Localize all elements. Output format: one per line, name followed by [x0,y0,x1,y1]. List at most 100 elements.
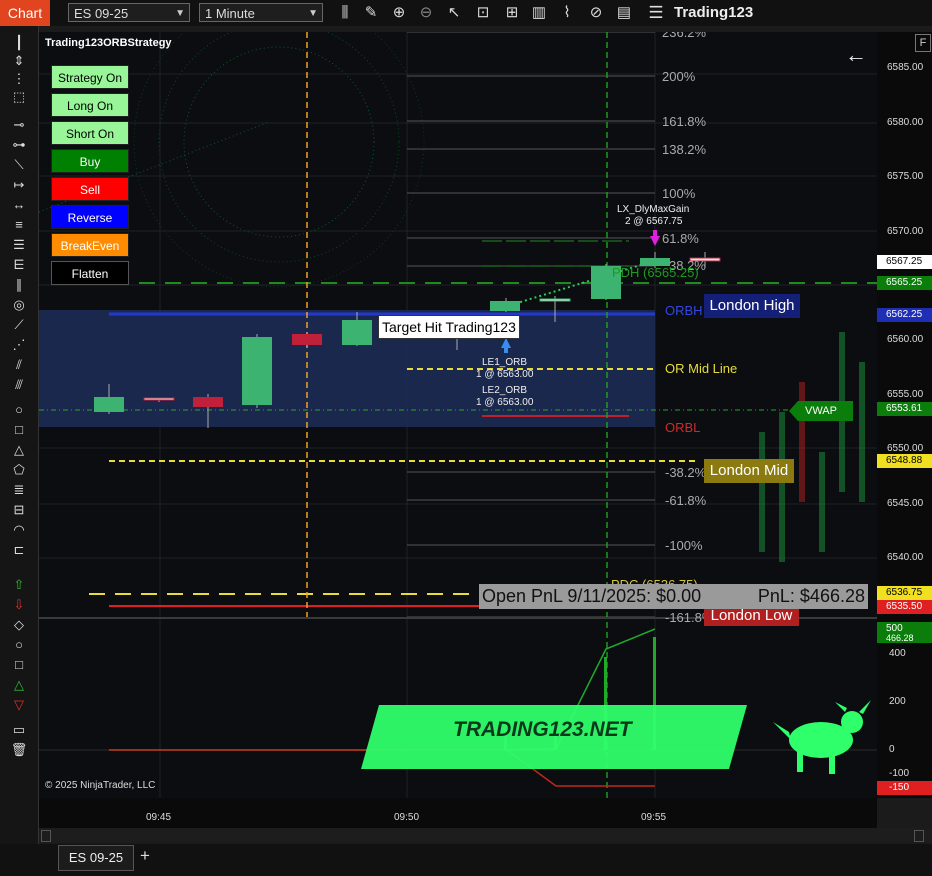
zoom-out-icon[interactable]: ⊖ [416,2,436,24]
arrow-up-icon[interactable]: ⇧ [6,576,32,594]
time-cycles-icon[interactable]: ∥ [6,276,32,294]
sell-button[interactable]: Sell [51,177,129,201]
window-icon[interactable]: ▭ [6,721,32,739]
chart-panel[interactable]: Trading123ORBStrategy Strategy On Long O… [39,32,877,798]
exit-name: LX_DlyMaxGain [617,204,690,215]
arrow-left-icon[interactable]: ← [845,42,867,68]
instrument-tab[interactable]: ES 09-25 [58,845,134,871]
strategy-name: Trading123ORBStrategy [45,37,172,49]
fib-extension-icon[interactable]: ☰ [6,236,32,254]
price-tag-vwap: 6553.61 [877,402,932,416]
settings-icon[interactable]: ▤ [614,2,634,24]
price-tick: 6545.00 [887,498,924,509]
arrow-down-icon[interactable]: ⇩ [6,596,32,614]
line-icon[interactable]: ┃ [6,34,32,52]
strategies-icon[interactable]: ⌇ [557,2,577,24]
indicators-icon[interactable]: ▥ [529,2,549,24]
triangle-icon[interactable]: △ [6,441,32,459]
f-button[interactable]: F [915,34,931,52]
properties-icon[interactable]: ⊘ [586,2,606,24]
arrange-icon[interactable]: ⋮ [6,70,32,88]
chevron-down-icon: ▼ [175,8,185,19]
vwap-label: VWAP [789,401,853,421]
trend-line-icon[interactable]: ⟍ [6,156,32,174]
chart-window-tab[interactable]: Chart [0,0,50,26]
triangle-down-icon[interactable]: ▽ [6,696,32,714]
open-pnl: Open PnL 9/11/2025: $0.00 [482,586,702,606]
total-pnl: PnL: $466.28 [757,586,865,606]
scroll-right-handle[interactable] [914,830,924,842]
fib-label: 200% [662,69,696,84]
short-on-button[interactable]: Short On [51,121,129,145]
target-hit-label: Target Hit Trading123 [378,315,520,339]
square-icon[interactable]: □ [6,656,32,674]
price-tick: 6580.00 [887,117,924,128]
price-tag-london-high: 6562.25 [877,308,932,322]
draw-pencil-icon[interactable]: ✎ [361,2,381,24]
decorative-bar [799,382,805,502]
rectangle-icon[interactable]: □ [6,421,32,439]
candle-doji [539,298,571,302]
pnl-tick: 200 [889,696,906,707]
chevron-down-icon: ▼ [308,8,318,19]
risk-reward-icon[interactable]: ⊏ [6,541,32,559]
price-tag-last: 6567.25 [877,255,932,269]
arrow-line-icon[interactable]: ↔ [6,196,32,214]
trash-icon[interactable]: 🗑 [6,741,32,759]
ruler-icon[interactable]: ⊟ [6,501,32,519]
pointer-icon[interactable]: ↖ [444,2,464,24]
flatten-button[interactable]: Flatten [51,261,129,285]
dot-icon[interactable]: ○ [6,636,32,654]
chart-style-icon[interactable]: ⊞ [502,2,522,24]
fib-circle-icon[interactable]: ◎ [6,296,32,314]
trend-channel-icon[interactable]: ⫻ [6,376,32,394]
reverse-button[interactable]: Reverse [51,205,129,229]
orbl-label: ORBL [665,420,701,435]
ellipse-icon[interactable]: ○ [6,401,32,419]
polygon-icon[interactable]: ⬠ [6,461,32,479]
time-axis[interactable]: 09:45 09:50 09:55 [39,798,877,828]
text-lines-icon[interactable]: ≣ [6,481,32,499]
long-on-button[interactable]: Long On [51,93,129,117]
decorative-bar [859,362,865,502]
horizontal-line-icon[interactable]: ⊸ [6,116,32,134]
vertical-icon[interactable]: ⇕ [6,52,32,70]
menu-icon[interactable]: ☰ [646,2,666,24]
andrews-pitchfork-icon[interactable]: ⋰ [6,336,32,354]
extended-line-icon[interactable]: ↦ [6,176,32,194]
decorative-arc [133,32,425,288]
price-axis[interactable]: F 6585.00 6580.00 6575.00 6570.00 6560.0… [877,32,932,798]
diamond-icon[interactable]: ◇ [6,616,32,634]
candle-down [292,334,322,345]
pdh-label: PDH (6565.25) [612,265,699,280]
regression-channel-icon[interactable]: ⫽ [6,356,32,374]
breakeven-button[interactable]: BreakEven [51,233,129,257]
zoom-in-icon[interactable]: ⊕ [389,2,409,24]
horizontal-scrollbar[interactable] [39,828,932,842]
app-title: Trading123 [674,4,754,21]
candle-up [342,320,372,345]
add-tab-button[interactable]: + [136,845,154,869]
strategy-on-button[interactable]: Strategy On [51,65,129,89]
data-box-icon[interactable]: ⊡ [473,2,493,24]
pnl-tick: 400 [889,648,906,659]
interval-selector[interactable]: 1 Minute ▼ [199,3,323,22]
ray-icon[interactable]: ⊶ [6,136,32,154]
triangle-up-icon[interactable]: △ [6,676,32,694]
entry2-name: LE2_ORB [482,385,528,396]
rectangle-select-icon[interactable]: ⬚ [6,88,32,106]
fib-levels-icon[interactable]: ≡ [6,216,32,234]
london-mid-label: London Mid [704,459,794,483]
decorative-arc [158,32,400,263]
instrument-selector[interactable]: ES 09-25 ▼ [68,3,190,22]
price-tick: 6570.00 [887,226,924,237]
price-tick: 6540.00 [887,552,924,563]
bar-type-icon[interactable]: ⫼ [335,2,355,24]
copyright: © 2025 NinjaTrader, LLC [45,780,156,791]
arc-icon[interactable]: ◠ [6,521,32,539]
gann-fan-icon[interactable]: ⟋ [6,316,32,334]
fib-time-icon[interactable]: ⋿ [6,256,32,274]
buy-button[interactable]: Buy [51,149,129,173]
price-tick: 6575.00 [887,171,924,182]
scroll-left-handle[interactable] [41,830,51,842]
